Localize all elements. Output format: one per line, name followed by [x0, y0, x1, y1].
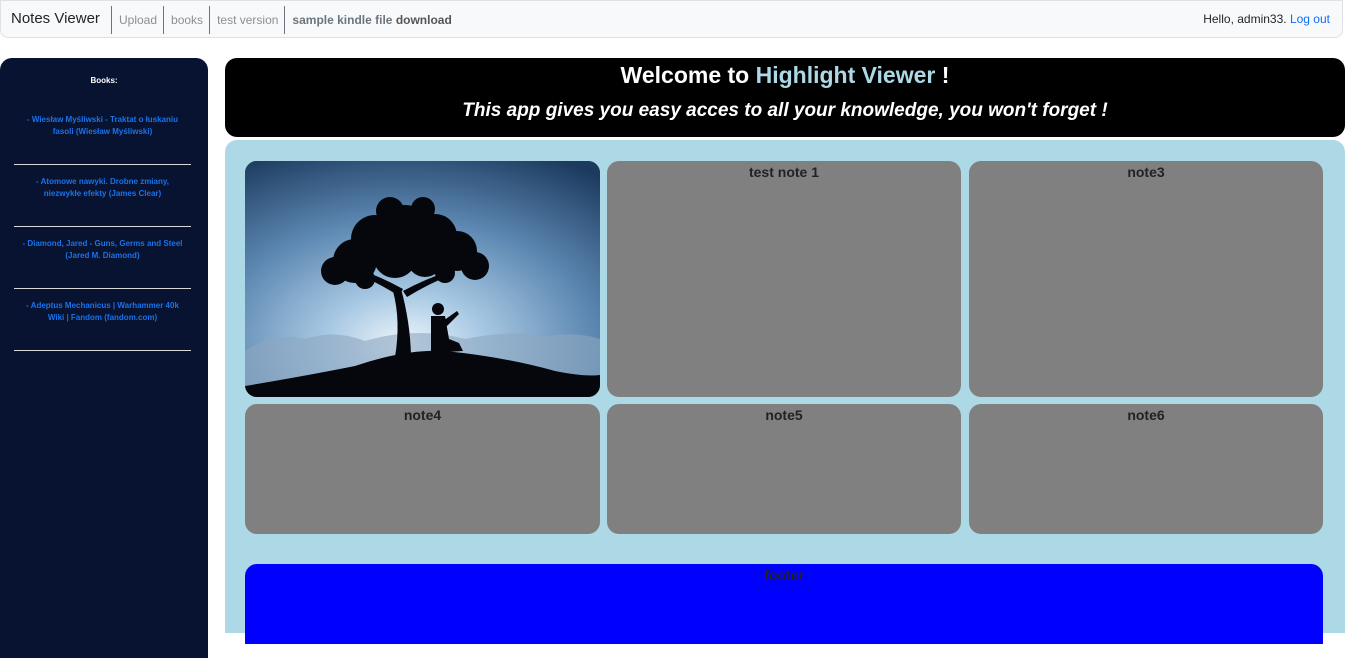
logout-link[interactable]: Log out: [1290, 12, 1330, 26]
nav-links: Upload books test version sample kindle …: [111, 6, 458, 34]
sidebar-divider: [14, 288, 191, 289]
nav-books-link[interactable]: books: [163, 6, 209, 34]
download-prefix: sample kindle file: [292, 13, 393, 27]
download-strong: download: [395, 13, 452, 27]
footer: footer: [245, 564, 1323, 644]
sidebar-divider: [14, 350, 191, 351]
note-card[interactable]: note4: [245, 404, 600, 534]
nav-download-link[interactable]: sample kindle file download: [284, 6, 457, 34]
sidebar-book-link[interactable]: - Atomowe nawyki. Drobne zmiany, niezwyk…: [14, 176, 191, 200]
nav-upload-link[interactable]: Upload: [111, 6, 163, 34]
brand-link[interactable]: Notes Viewer: [11, 10, 100, 27]
footer-label: footer: [764, 567, 804, 583]
note-title: test note 1: [748, 164, 819, 180]
app-name: Highlight Viewer: [755, 62, 936, 88]
sidebar-book-link[interactable]: - Adeptus Mechanicus | Warhammer 40k Wik…: [14, 300, 191, 324]
note-title: note4: [403, 407, 442, 423]
welcome-header: Welcome to Highlight Viewer ! This app g…: [225, 58, 1345, 137]
user-greeting: Hello, admin33.: [1203, 12, 1287, 26]
note-title: note6: [1127, 407, 1165, 423]
sidebar-divider: [14, 164, 191, 165]
sidebar-book-label: - Adeptus Mechanicus | Warhammer 40k Wik…: [26, 301, 179, 322]
welcome-title: Welcome to Highlight Viewer !: [225, 62, 1345, 89]
sidebar-book-label: - Atomowe nawyki. Drobne zmiany, niezwyk…: [36, 177, 169, 198]
welcome-text: Welcome to: [620, 62, 750, 88]
sidebar-book-label: - Diamond, Jared - Guns, Germs and Steel…: [22, 239, 183, 260]
note-card[interactable]: note3: [969, 161, 1323, 397]
note-card[interactable]: note5: [607, 404, 961, 534]
notes-area: test note 1 note3 note4 note5 note6 foot…: [225, 140, 1345, 644]
tagline: This app gives you easy acces to all you…: [462, 100, 1108, 121]
kindle-image: [245, 161, 600, 397]
user-area: Hello, admin33. Log out: [1203, 12, 1330, 26]
nav-test-version-link[interactable]: test version: [209, 6, 284, 34]
books-sidebar: Books: - Wiesław Myśliwski - Traktat o ł…: [0, 58, 208, 658]
sidebar-book-label: - Wiesław Myśliwski - Traktat o łuskaniu…: [26, 115, 179, 136]
note-title: note3: [1127, 164, 1165, 180]
note-card[interactable]: note6: [969, 404, 1323, 534]
sidebar-book-link[interactable]: - Wiesław Myśliwski - Traktat o łuskaniu…: [14, 114, 191, 138]
note-card[interactable]: test note 1: [607, 161, 961, 397]
welcome-exclaim: !: [941, 62, 950, 88]
sidebar-divider: [14, 226, 191, 227]
tree-reader-illustration: [245, 161, 600, 397]
top-navbar: Notes Viewer Upload books test version s…: [0, 0, 1343, 38]
sidebar-title: Books:: [90, 76, 118, 85]
note-title: note5: [765, 407, 803, 423]
sidebar-book-link[interactable]: - Diamond, Jared - Guns, Germs and Steel…: [14, 238, 191, 262]
